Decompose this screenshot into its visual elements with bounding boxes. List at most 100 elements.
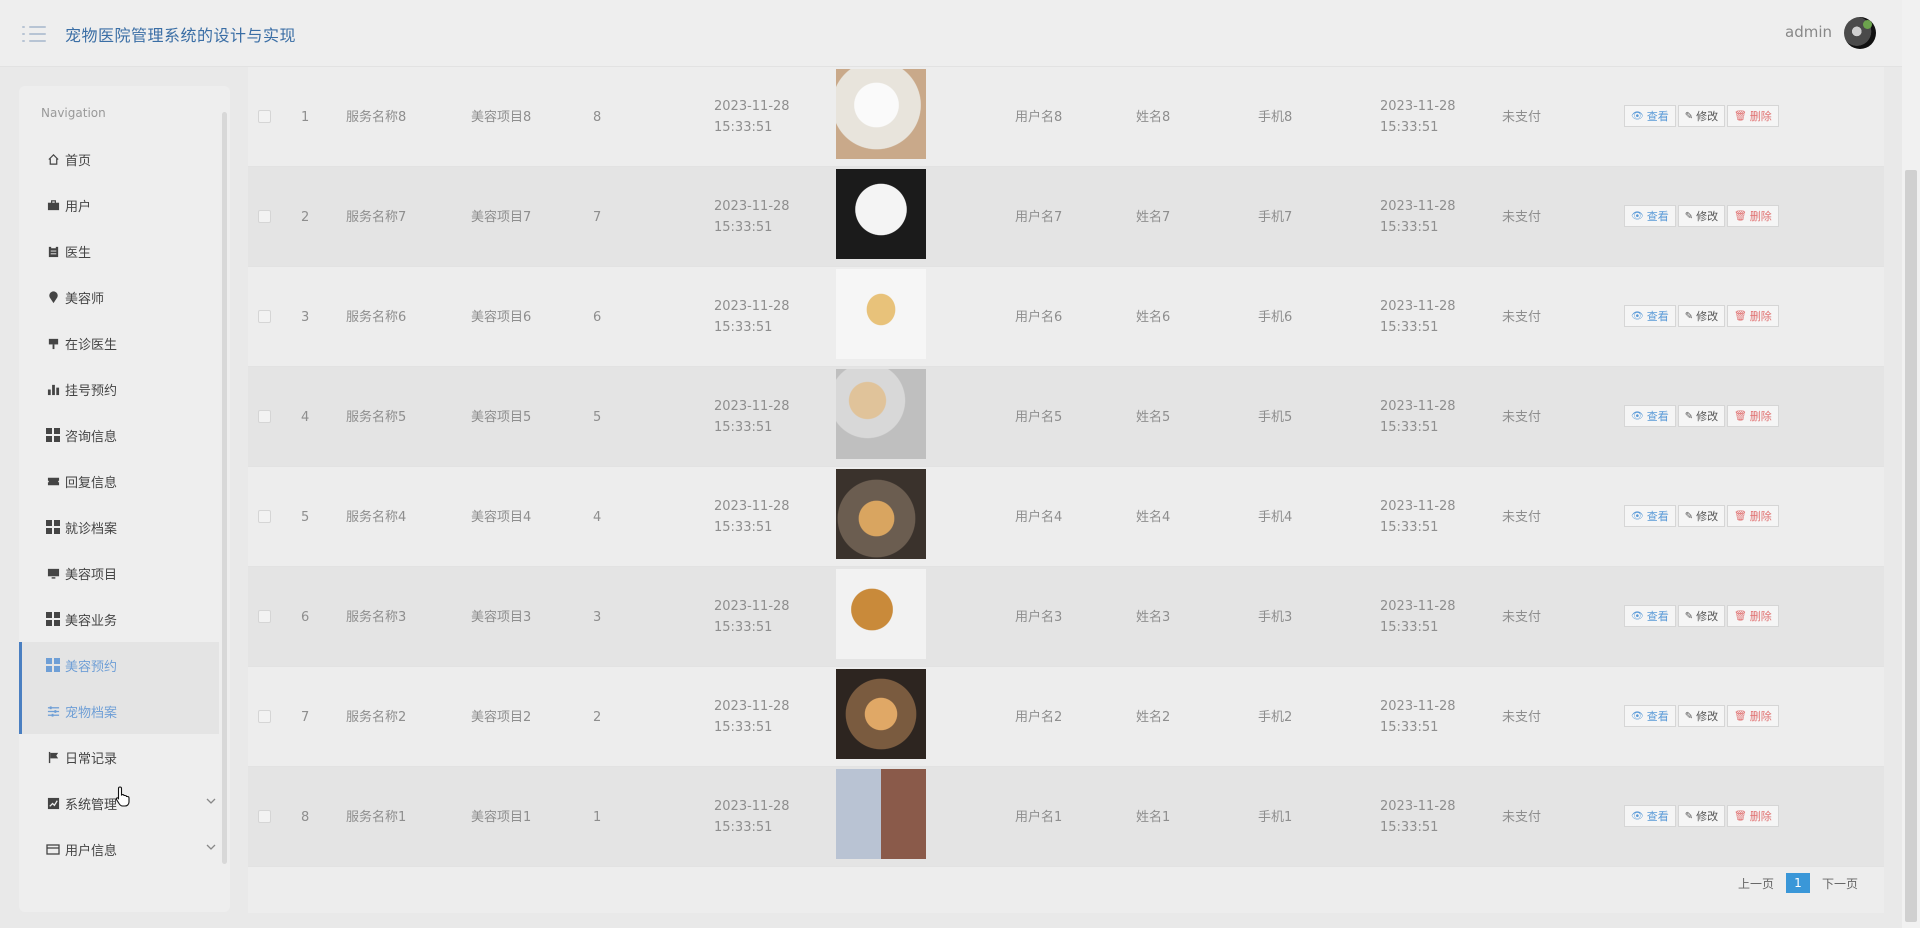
edit-button[interactable]: ✎ 修改: [1677, 605, 1726, 627]
row-checkbox[interactable]: [258, 110, 271, 123]
service-name: 服务名称7: [346, 210, 407, 225]
trash-icon: 🗑: [1734, 210, 1747, 222]
phone: 手机8: [1258, 110, 1293, 125]
delete-button[interactable]: 🗑 删除: [1727, 105, 1779, 127]
created-time: 2023-11-28 15:33:51: [1380, 399, 1456, 435]
view-button[interactable]: 👁 查看: [1624, 705, 1676, 727]
booking-time: 2023-11-28 15:33:51: [714, 99, 790, 135]
menu-toggle-icon[interactable]: [22, 23, 46, 45]
view-button[interactable]: 👁 查看: [1624, 805, 1676, 827]
view-button[interactable]: 👁 查看: [1624, 305, 1676, 327]
beauty-project: 美容项目4: [471, 510, 532, 525]
payment-status: 未支付: [1502, 610, 1542, 625]
sidebar-item-replies[interactable]: 回复信息: [19, 458, 219, 504]
beauty-project: 美容项目1: [471, 810, 532, 825]
beauty-project: 美容项目8: [471, 110, 532, 125]
service-name: 服务名称6: [346, 310, 407, 325]
page-scrollbar[interactable]: [1902, 0, 1920, 928]
view-button[interactable]: 👁 查看: [1624, 205, 1676, 227]
chevron-down-icon[interactable]: [205, 841, 219, 855]
trash-icon: 🗑: [1734, 110, 1747, 122]
row-checkbox[interactable]: [258, 310, 271, 323]
quantity: 7: [593, 210, 602, 225]
edit-button[interactable]: ✎ 修改: [1677, 705, 1726, 727]
sidebar-item-user-info[interactable]: 用户信息: [19, 826, 219, 872]
user-name[interactable]: admin: [1785, 23, 1832, 41]
edit-button[interactable]: ✎ 修改: [1677, 405, 1726, 427]
page-scrollbar-thumb[interactable]: [1905, 170, 1917, 922]
quantity: 6: [593, 310, 602, 325]
username: 用户名4: [1015, 510, 1063, 525]
view-button[interactable]: 👁 查看: [1624, 105, 1676, 127]
trash-icon: 🗑: [1734, 510, 1747, 522]
created-time: 2023-11-28 15:33:51: [1380, 799, 1456, 835]
sidebar-item-beauty-projects[interactable]: 美容项目: [19, 550, 219, 596]
delete-button[interactable]: 🗑 删除: [1727, 805, 1779, 827]
sidebar-item-users[interactable]: 用户: [19, 182, 219, 228]
eye-icon: 👁: [1631, 310, 1644, 322]
sidebar-item-doctors[interactable]: 医生: [19, 228, 219, 274]
sidebar: Navigation 首页 用户 医生 美容师 在诊医生 挂号预约 咨询信息 回…: [19, 86, 230, 912]
edit-button[interactable]: ✎ 修改: [1677, 305, 1726, 327]
view-button[interactable]: 👁 查看: [1624, 405, 1676, 427]
sidebar-item-appointments[interactable]: 挂号预约: [19, 366, 219, 412]
row-checkbox[interactable]: [258, 410, 271, 423]
sidebar-item-consultations[interactable]: 咨询信息: [19, 412, 219, 458]
sidebar-item-beauty-appointments[interactable]: 美容预约: [19, 642, 219, 688]
edit-button[interactable]: ✎ 修改: [1677, 805, 1726, 827]
row-index: 6: [301, 610, 310, 625]
page-number-button[interactable]: 1: [1785, 873, 1810, 893]
view-button[interactable]: 👁 查看: [1624, 505, 1676, 527]
sidebar-item-beauty-business[interactable]: 美容业务: [19, 596, 219, 642]
grid-icon: [46, 520, 60, 534]
row-checkbox[interactable]: [258, 610, 271, 623]
data-table: 1 服务名称8 美容项目8 8 2023-11-28 15:33:51 用户名8…: [248, 67, 1884, 867]
next-page-button[interactable]: 下一页: [1822, 875, 1858, 892]
edit-button[interactable]: ✎ 修改: [1677, 505, 1726, 527]
sidebar-item-home[interactable]: 首页: [19, 136, 219, 182]
delete-button[interactable]: 🗑 删除: [1727, 605, 1779, 627]
edit-icon: ✎: [1684, 610, 1694, 622]
pet-photo: [836, 569, 926, 659]
sidebar-item-on-duty-doctors[interactable]: 在诊医生: [19, 320, 219, 366]
chevron-down-icon[interactable]: [205, 795, 219, 809]
row-index: 7: [301, 710, 310, 725]
sidebar-item-daily-logs[interactable]: 日常记录: [19, 734, 219, 780]
edit-button[interactable]: ✎ 修改: [1677, 105, 1726, 127]
username: 用户名7: [1015, 210, 1063, 225]
delete-button[interactable]: 🗑 删除: [1727, 205, 1779, 227]
row-actions: 👁 查看 ✎ 修改 🗑 删除: [1624, 805, 1779, 827]
trash-icon: 🗑: [1734, 810, 1747, 822]
nav-list: 首页 用户 医生 美容师 在诊医生 挂号预约 咨询信息 回复信息 就诊档案 美容…: [19, 136, 219, 872]
delete-button[interactable]: 🗑 删除: [1727, 505, 1779, 527]
edit-button[interactable]: ✎ 修改: [1677, 205, 1726, 227]
pet-photo: [836, 469, 926, 559]
sidebar-item-groomers[interactable]: 美容师: [19, 274, 219, 320]
sidebar-item-pet-records[interactable]: 宠物档案: [19, 688, 219, 734]
trash-icon: 🗑: [1734, 310, 1747, 322]
username: 用户名8: [1015, 110, 1063, 125]
beauty-project: 美容项目5: [471, 410, 532, 425]
sidebar-item-medical-records[interactable]: 就诊档案: [19, 504, 219, 550]
view-button[interactable]: 👁 查看: [1624, 605, 1676, 627]
created-time: 2023-11-28 15:33:51: [1380, 199, 1456, 235]
grid-icon: [46, 428, 60, 442]
created-time: 2023-11-28 15:33:51: [1380, 699, 1456, 735]
real-name: 姓名8: [1136, 110, 1171, 125]
prev-page-button[interactable]: 上一页: [1738, 875, 1774, 892]
delete-button[interactable]: 🗑 删除: [1727, 305, 1779, 327]
booking-time: 2023-11-28 15:33:51: [714, 399, 790, 435]
pet-photo: [836, 769, 926, 859]
row-checkbox[interactable]: [258, 210, 271, 223]
row-index: 8: [301, 810, 310, 825]
sidebar-item-label: 回复信息: [65, 475, 118, 491]
sidebar-scrollbar[interactable]: [222, 112, 227, 864]
delete-button[interactable]: 🗑 删除: [1727, 405, 1779, 427]
row-checkbox[interactable]: [258, 810, 271, 823]
service-name: 服务名称8: [346, 110, 407, 125]
delete-button[interactable]: 🗑 删除: [1727, 705, 1779, 727]
avatar[interactable]: [1844, 17, 1876, 49]
nav-title: Navigation: [41, 106, 106, 120]
row-checkbox[interactable]: [258, 510, 271, 523]
row-checkbox[interactable]: [258, 710, 271, 723]
